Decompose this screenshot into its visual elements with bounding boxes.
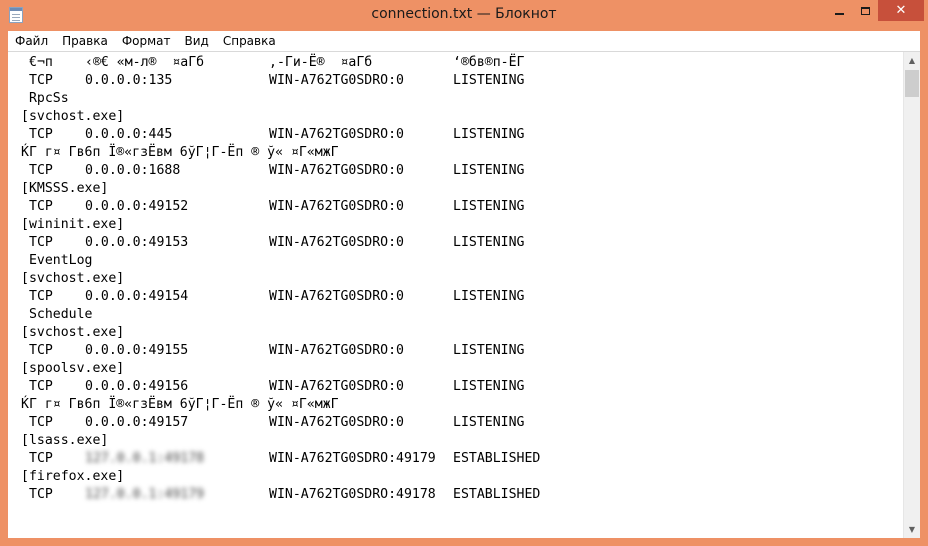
text-line: RpcSs [21,91,69,106]
local-address-cell: 127.0.0.1:49179 [85,487,205,502]
text-line: Schedule [21,307,93,322]
editor-area: €¬п ‹®€ «м-л® ¤аГб ‚-Ги-Ё® ¤аГб ‘®бв®п-ЁГ TC… [8,51,920,538]
foreign-address-cell: WIN-A762TG0SDRO:0 [269,73,404,88]
maximize-icon [860,6,870,15]
protocol-cell: TCP [29,289,53,304]
state-cell: LISTENING [453,163,525,178]
protocol-cell: TCP [29,415,53,430]
text-line: [svchost.exe] [21,325,125,340]
text-line: ЌГ г¤ Гв6п Ї®«гзЁвм 6ўГ¦Г-Ёп ® ў« ¤Г«мжГ [21,397,339,412]
local-address-cell: 0.0.0.0:445 [85,127,173,142]
state-cell: LISTENING [453,343,525,358]
text-line: [svchost.exe] [21,271,125,286]
text-line: [svchost.exe] [21,109,125,124]
local-address-cell: 0.0.0.0:1688 [85,163,181,178]
state-cell: ESTABLISHED [453,487,541,502]
foreign-address-cell: ‚-Ги-Ё® ¤аГб [269,55,373,70]
local-address-cell: 0.0.0.0:49152 [85,199,189,214]
minimize-button[interactable] [826,0,852,21]
state-cell: LISTENING [453,415,525,430]
state-cell: LISTENING [453,73,525,88]
protocol-cell: €¬п [29,55,53,70]
state-cell: LISTENING [453,199,525,214]
title-bar[interactable]: connection.txt — Блокнот ✕ [0,0,928,31]
menu-bar: Файл Правка Формат Вид Справка [8,31,920,51]
text-line: [spoolsv.exe] [21,361,125,376]
protocol-cell: TCP [29,343,53,358]
foreign-address-cell: WIN-A762TG0SDRO:0 [269,343,404,358]
local-address-cell: 0.0.0.0:49153 [85,235,189,250]
state-cell: ‘®бв®п-ЁГ [453,55,525,70]
local-address-cell: 0.0.0.0:49154 [85,289,189,304]
protocol-cell: TCP [29,73,53,88]
protocol-cell: TCP [29,379,53,394]
foreign-address-cell: WIN-A762TG0SDRO:0 [269,289,404,304]
foreign-address-cell: WIN-A762TG0SDRO:49178 [269,487,436,502]
close-button[interactable]: ✕ [878,0,924,21]
scroll-thumb[interactable] [905,70,919,97]
local-address-cell: 0.0.0.0:135 [85,73,173,88]
protocol-cell: TCP [29,163,53,178]
menu-view[interactable]: Вид [178,31,216,51]
state-cell: ESTABLISHED [453,451,541,466]
protocol-cell: TCP [29,235,53,250]
minimize-icon [834,12,844,15]
foreign-address-cell: WIN-A762TG0SDRO:0 [269,235,404,250]
protocol-cell: TCP [29,199,53,214]
text-line: [KMSSS.exe] [21,181,109,196]
vertical-scrollbar[interactable]: ▲ ▼ [903,52,920,538]
local-address-cell: 0.0.0.0:49157 [85,415,189,430]
local-address-cell: 0.0.0.0:49155 [85,343,189,358]
local-address-cell: ‹®€ «м-л® ¤аГб [85,55,205,70]
chevron-up-icon[interactable]: ▲ [904,52,920,69]
foreign-address-cell: WIN-A762TG0SDRO:0 [269,163,404,178]
protocol-cell: TCP [29,487,53,502]
maximize-button[interactable] [852,0,878,21]
protocol-cell: TCP [29,127,53,142]
foreign-address-cell: WIN-A762TG0SDRO:0 [269,415,404,430]
local-address-cell: 0.0.0.0:49156 [85,379,189,394]
text-line: EventLog [21,253,93,268]
text-editor[interactable]: €¬п ‹®€ «м-л® ¤аГб ‚-Ги-Ё® ¤аГб ‘®бв®п-ЁГ TC… [8,52,903,538]
text-line: [lsass.exe] [21,433,109,448]
foreign-address-cell: WIN-A762TG0SDRO:49179 [269,451,436,466]
notepad-window: connection.txt — Блокнот ✕ Файл Правка Ф… [0,0,928,546]
foreign-address-cell: WIN-A762TG0SDRO:0 [269,199,404,214]
text-line: ЌГ г¤ Гв6п Ї®«гзЁвм 6ўГ¦Г-Ёп ® ў« ¤Г«мжГ [21,145,339,160]
foreign-address-cell: WIN-A762TG0SDRO:0 [269,127,404,142]
local-address-cell: 127.0.0.1:49178 [85,451,205,466]
text-line: [wininit.exe] [21,217,125,232]
state-cell: LISTENING [453,379,525,394]
menu-edit[interactable]: Правка [55,31,115,51]
window-title: connection.txt — Блокнот [371,6,557,22]
menu-file[interactable]: Файл [8,31,55,51]
state-cell: LISTENING [453,235,525,250]
state-cell: LISTENING [453,127,525,142]
text-line: [firefox.exe] [21,469,125,484]
protocol-cell: TCP [29,451,53,466]
foreign-address-cell: WIN-A762TG0SDRO:0 [269,379,404,394]
menu-format[interactable]: Формат [115,31,178,51]
close-icon: ✕ [895,3,907,18]
chevron-down-icon[interactable]: ▼ [904,521,920,538]
menu-help[interactable]: Справка [216,31,283,51]
state-cell: LISTENING [453,289,525,304]
